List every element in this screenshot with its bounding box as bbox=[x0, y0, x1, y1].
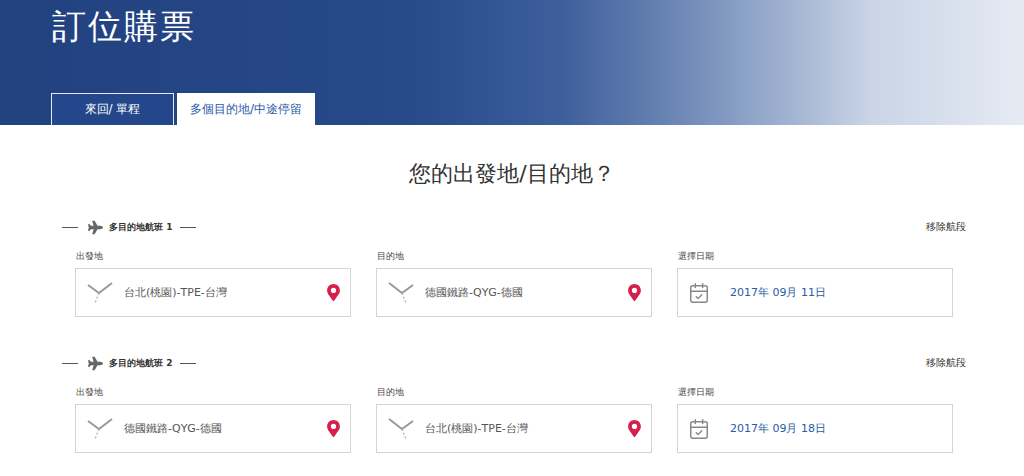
field-group: 目的地台北(桃園)-TPE-台灣 bbox=[376, 385, 652, 453]
arrival-icon bbox=[387, 416, 415, 442]
divider-line bbox=[180, 363, 196, 364]
field-group: 出發地德國鐵路-QYG-德國 bbox=[75, 385, 351, 453]
section-heading: 您的出發地/目的地？ bbox=[0, 159, 1024, 189]
map-pin-icon bbox=[325, 420, 342, 437]
tab[interactable]: 來回/ 單程 bbox=[51, 93, 174, 125]
segment-list: 多目的地航班 1移除航段出發地台北(桃園)-TPE-台灣目的地德國鐵路-QYG-… bbox=[0, 219, 1024, 453]
segment-title: 多目的地航班 1 bbox=[109, 221, 172, 234]
segment-title: 多目的地航班 2 bbox=[109, 357, 172, 370]
map-pin-icon bbox=[325, 284, 342, 301]
tab[interactable]: 多個目的地/中途停留 bbox=[177, 93, 315, 125]
field-label: 目的地 bbox=[376, 249, 652, 263]
date-field[interactable]: 2017年 09月 11日 bbox=[677, 268, 953, 317]
divider-line bbox=[62, 363, 78, 364]
calendar-icon bbox=[688, 418, 710, 440]
location-field[interactable]: 德國鐵路-QYG-德國 bbox=[75, 404, 351, 453]
field-label: 選擇日期 bbox=[677, 249, 953, 263]
divider-line bbox=[180, 227, 196, 228]
departure-icon bbox=[86, 280, 114, 306]
banner: 訂位購票來回/ 單程多個目的地/中途停留 bbox=[0, 0, 1024, 125]
field-value: 台北(桃園)-TPE-台灣 bbox=[425, 421, 616, 436]
page-title: 訂位購票 bbox=[52, 4, 1024, 48]
field-label: 選擇日期 bbox=[677, 385, 953, 399]
date-field[interactable]: 2017年 09月 18日 bbox=[677, 404, 953, 453]
plane-icon bbox=[88, 220, 103, 235]
field-row: 出發地台北(桃園)-TPE-台灣目的地德國鐵路-QYG-德國選擇日期2017年 … bbox=[62, 249, 966, 317]
field-value: 台北(桃園)-TPE-台灣 bbox=[124, 285, 315, 300]
calendar-icon bbox=[688, 282, 710, 304]
field-value: 2017年 09月 18日 bbox=[720, 421, 944, 436]
map-pin-icon bbox=[626, 284, 643, 301]
flight-segment: 多目的地航班 2移除航段出發地德國鐵路-QYG-德國目的地台北(桃園)-TPE-… bbox=[62, 355, 966, 453]
field-value: 2017年 09月 11日 bbox=[720, 285, 944, 300]
field-row: 出發地德國鐵路-QYG-德國目的地台北(桃園)-TPE-台灣選擇日期2017年 … bbox=[62, 385, 966, 453]
tab-bar: 來回/ 單程多個目的地/中途停留 bbox=[0, 93, 1024, 125]
remove-segment-button[interactable]: 移除航段 bbox=[926, 220, 966, 234]
field-label: 目的地 bbox=[376, 385, 652, 399]
field-value: 德國鐵路-QYG-德國 bbox=[425, 285, 616, 300]
arrival-icon bbox=[387, 280, 415, 306]
location-field[interactable]: 台北(桃園)-TPE-台灣 bbox=[376, 404, 652, 453]
field-label: 出發地 bbox=[75, 385, 351, 399]
segment-header: 多目的地航班 2 移除航段 bbox=[62, 355, 966, 371]
divider-line bbox=[62, 227, 78, 228]
location-field[interactable]: 台北(桃園)-TPE-台灣 bbox=[75, 268, 351, 317]
field-label: 出發地 bbox=[75, 249, 351, 263]
field-group: 目的地德國鐵路-QYG-德國 bbox=[376, 249, 652, 317]
field-group: 選擇日期 2017年 09月 11日 bbox=[677, 249, 953, 317]
flight-segment: 多目的地航班 1移除航段出發地台北(桃園)-TPE-台灣目的地德國鐵路-QYG-… bbox=[62, 219, 966, 317]
departure-icon bbox=[86, 416, 114, 442]
remove-segment-button[interactable]: 移除航段 bbox=[926, 356, 966, 370]
segment-header: 多目的地航班 1 移除航段 bbox=[62, 219, 966, 235]
booking-page: 訂位購票來回/ 單程多個目的地/中途停留您的出發地/目的地？多目的地航班 1移除… bbox=[0, 0, 1024, 476]
plane-icon bbox=[88, 356, 103, 371]
field-group: 出發地台北(桃園)-TPE-台灣 bbox=[75, 249, 351, 317]
field-group: 選擇日期 2017年 09月 18日 bbox=[677, 385, 953, 453]
field-value: 德國鐵路-QYG-德國 bbox=[124, 421, 315, 436]
map-pin-icon bbox=[626, 420, 643, 437]
location-field[interactable]: 德國鐵路-QYG-德國 bbox=[376, 268, 652, 317]
